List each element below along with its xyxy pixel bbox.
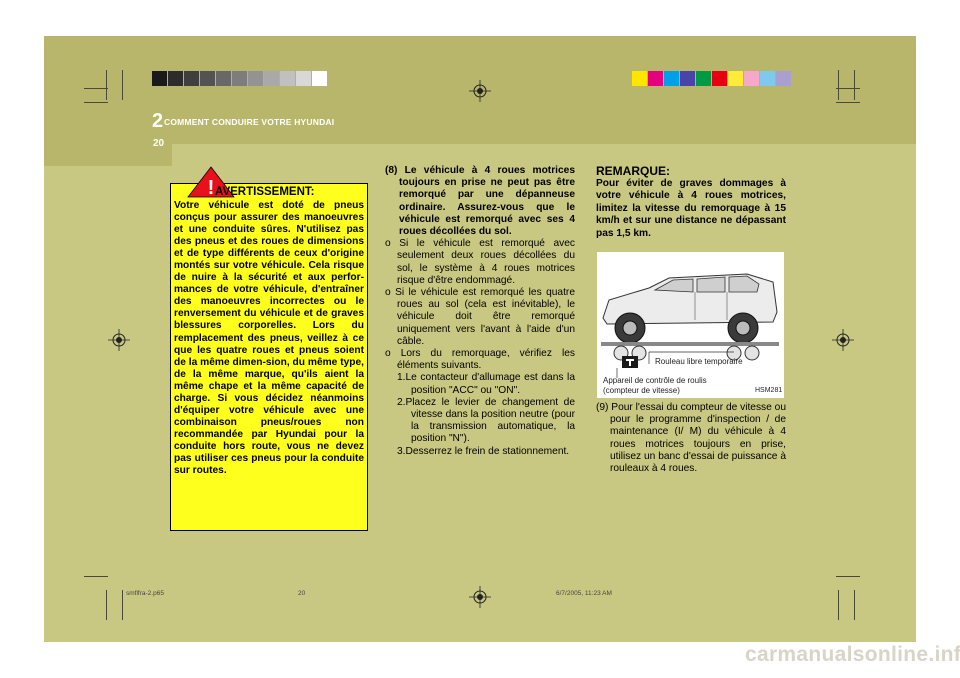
color-swatch xyxy=(744,71,759,86)
step-9: (9) Pour l'essai du compteur de vitesse … xyxy=(596,402,786,475)
color-swatch xyxy=(296,71,311,86)
sub-step: 1.Le contacteur d'allumage est dans la p… xyxy=(397,372,575,396)
sub-step: 3.Desserrez le frein de stationnement. xyxy=(397,445,570,457)
chapter-number: 2 xyxy=(152,110,164,132)
color-swatch xyxy=(248,71,263,86)
dyno-label-line2: (compteur de vitesse) xyxy=(603,386,680,395)
color-swatch xyxy=(152,71,167,86)
color-swatch xyxy=(264,71,279,86)
warning-text: Votre véhicule est doté de pneus conçus … xyxy=(174,200,364,477)
bullet-item: o Si le véhicule est remorqué avec seule… xyxy=(385,238,575,286)
color-swatch xyxy=(280,71,295,86)
color-swatch xyxy=(728,71,743,86)
color-swatch xyxy=(312,71,327,86)
svg-text:!: ! xyxy=(208,177,215,198)
registration-mark-icon xyxy=(469,80,491,102)
note-text: Pour éviter de graves dommages à votre v… xyxy=(596,178,786,239)
color-swatch xyxy=(712,71,727,86)
bullet-item: o Lors du remorquage, vérifiez les éléme… xyxy=(385,348,575,372)
crop-mark xyxy=(854,70,855,100)
crop-mark xyxy=(84,88,108,89)
crop-mark xyxy=(838,590,839,620)
dyno-label-line1: Appareil de contrôle de roulis xyxy=(603,376,707,385)
page-number: 20 xyxy=(153,138,165,149)
registration-mark-icon xyxy=(469,586,491,608)
registration-mark-icon xyxy=(832,329,854,351)
crop-mark xyxy=(122,590,123,620)
crop-mark xyxy=(106,590,107,620)
color-swatch xyxy=(664,71,679,86)
crop-mark xyxy=(122,70,123,100)
color-swatch xyxy=(200,71,215,86)
grayscale-swatches xyxy=(152,71,328,86)
footer-file: smflfra-2.p65 xyxy=(126,590,164,597)
figure-code: HSM281 xyxy=(755,387,783,394)
crop-mark xyxy=(84,576,108,577)
dynamometer-figure: Rouleau libre temporaire Appareil de con… xyxy=(597,252,784,398)
crop-mark xyxy=(836,102,860,103)
step-8-heading: (8) Le véhicule à 4 roues motrices toujo… xyxy=(385,165,575,238)
watermark: carmanualsonline.info xyxy=(745,643,960,666)
towing-instructions: (8) Le véhicule à 4 roues motrices toujo… xyxy=(385,165,575,458)
color-swatch xyxy=(168,71,183,86)
crop-mark xyxy=(854,590,855,620)
color-swatch xyxy=(216,71,231,86)
color-swatch xyxy=(760,71,775,86)
crop-mark xyxy=(84,102,108,103)
crop-mark xyxy=(836,576,860,577)
sub-step: 2.Placez le levier de changement de vite… xyxy=(397,396,575,445)
bullet-item: o Si le véhicule est remorqué les quatre… xyxy=(385,287,575,347)
footer-page: 20 xyxy=(298,590,306,597)
color-swatch xyxy=(680,71,695,86)
roller-label: Rouleau libre temporaire xyxy=(655,357,743,366)
crop-mark xyxy=(836,88,860,89)
chapter-title: COMMENT CONDUIRE VOTRE HYUNDAI xyxy=(164,117,335,127)
step-9-text: (9) Pour l'essai du compteur de vitesse … xyxy=(596,402,786,475)
color-swatch xyxy=(776,71,791,86)
color-swatch xyxy=(696,71,711,86)
footer-timestamp: 6/7/2005, 11:23 AM xyxy=(556,590,612,597)
color-swatches xyxy=(632,71,792,86)
color-swatch xyxy=(232,71,247,86)
color-swatch xyxy=(184,71,199,86)
note-title: REMARQUE: xyxy=(596,164,670,178)
color-swatch xyxy=(632,71,647,86)
manual-page: 2 COMMENT CONDUIRE VOTRE HYUNDAI 20 ! AV… xyxy=(0,0,960,678)
crop-mark xyxy=(106,70,107,100)
color-swatch xyxy=(648,71,663,86)
warning-title: AVERTISSEMENT: xyxy=(215,186,315,198)
registration-mark-icon xyxy=(108,329,130,351)
crop-mark xyxy=(838,70,839,100)
